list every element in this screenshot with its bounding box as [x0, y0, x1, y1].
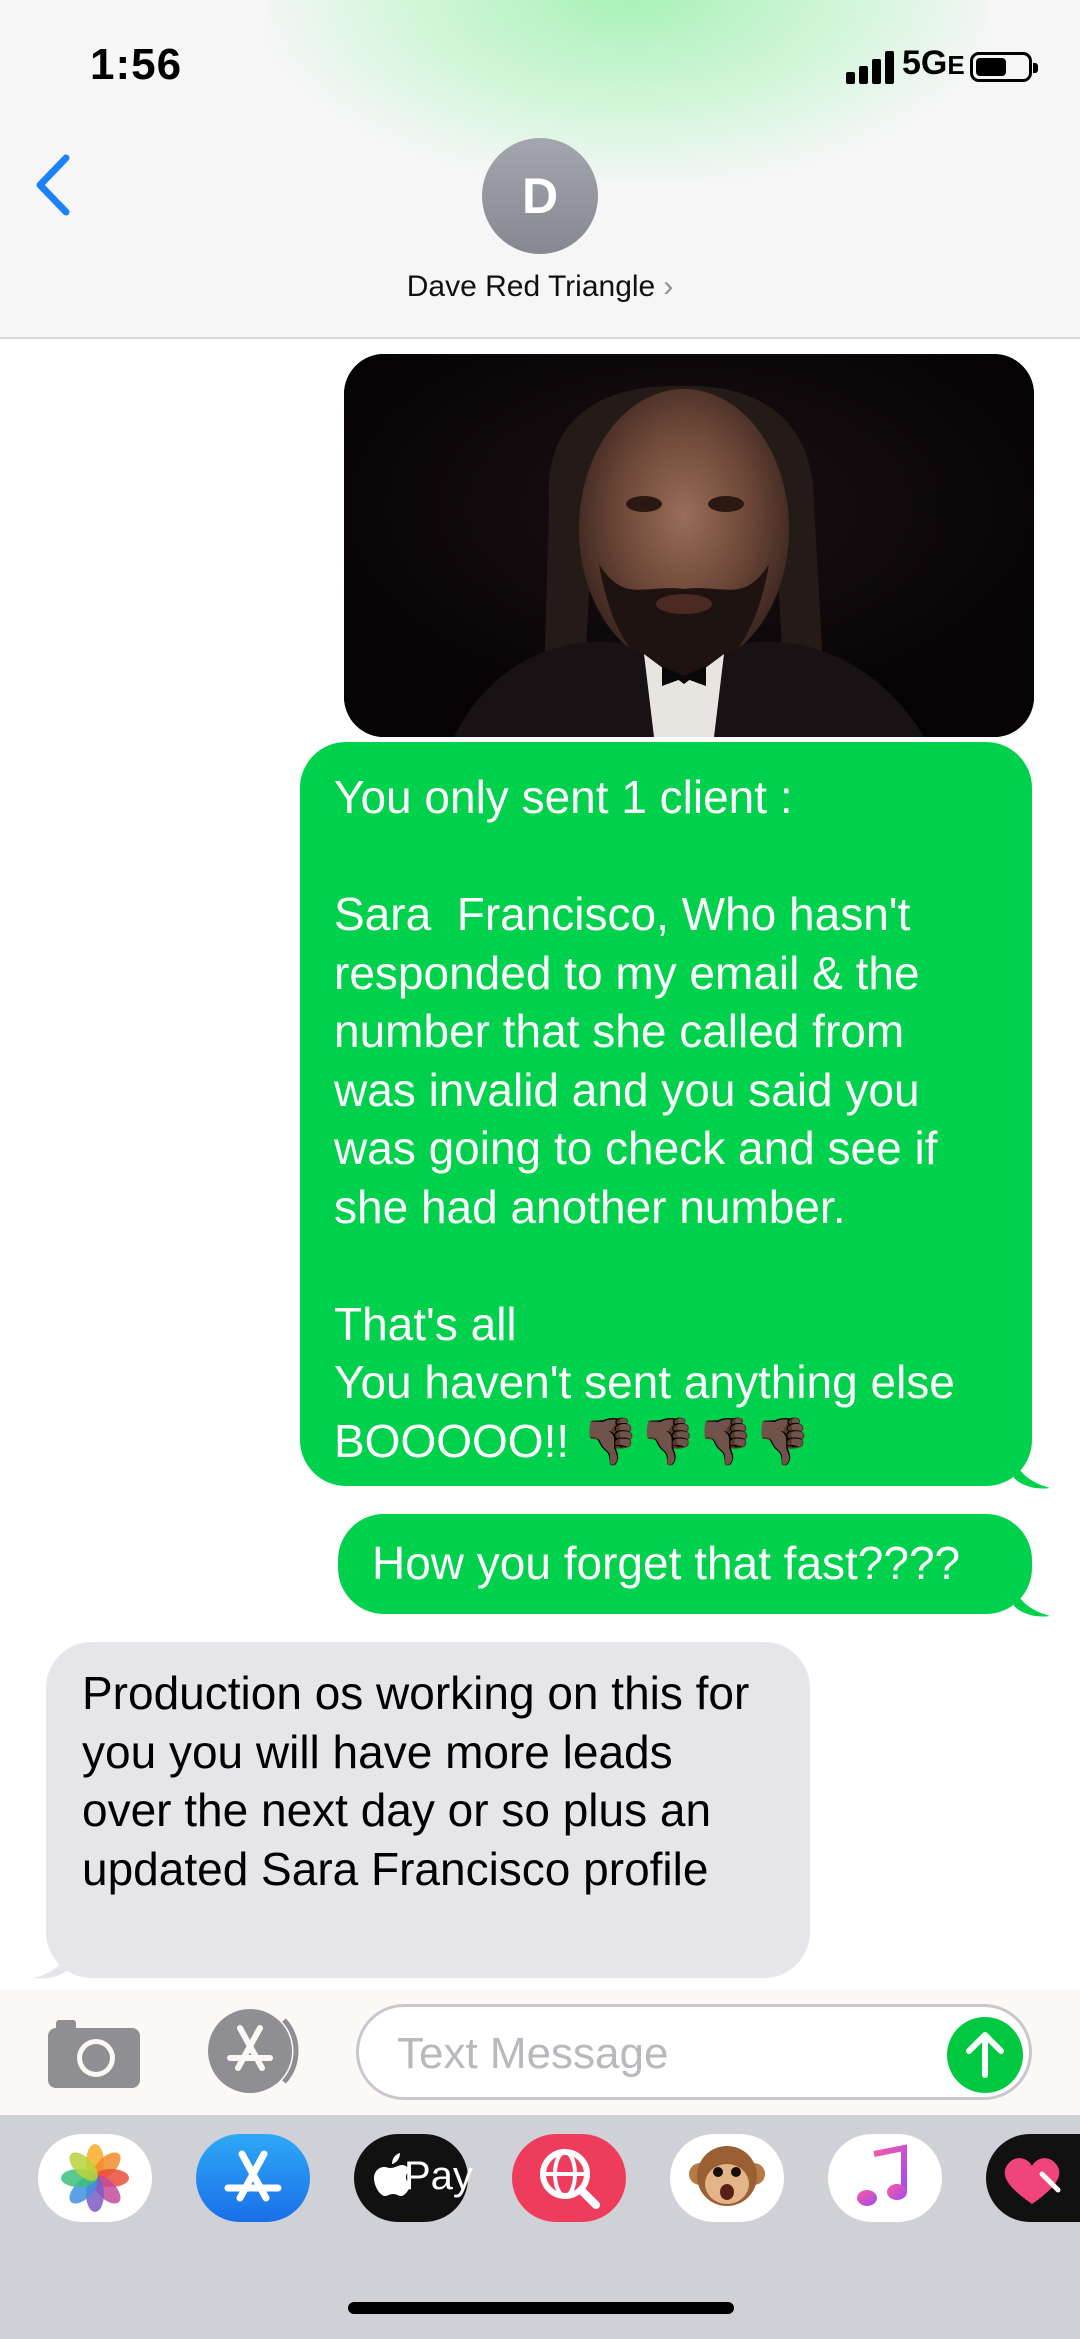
gif-image: [344, 354, 1034, 737]
photos-icon: [61, 2144, 129, 2212]
contact-avatar[interactable]: D: [482, 138, 598, 254]
heart-app-button[interactable]: [986, 2134, 1080, 2222]
network-suffix: E: [947, 50, 965, 80]
animoji-monkey-icon: [689, 2146, 765, 2206]
status-time: 1:56: [90, 40, 183, 89]
gif-message[interactable]: [344, 354, 1034, 737]
message-input[interactable]: [395, 2025, 939, 2083]
battery-icon: [970, 52, 1038, 82]
incoming-message-bubble[interactable]: Production os working on this for you yo…: [46, 1642, 810, 1978]
back-button[interactable]: [30, 150, 80, 220]
contact-name-row[interactable]: Dave Red Triangle ›: [0, 270, 1080, 304]
app-store-icon: [224, 2150, 282, 2202]
status-glow: [270, 0, 990, 180]
photos-app-button[interactable]: [38, 2134, 152, 2222]
network-type: 5GE: [902, 44, 965, 83]
camera-button[interactable]: [46, 2014, 142, 2090]
web-search-app-button[interactable]: [512, 2134, 626, 2222]
message-text: How you forget that fast????: [372, 1537, 961, 1589]
bubble-tail: [34, 1940, 70, 1979]
bubble-tail: [1014, 1450, 1050, 1489]
apps-button[interactable]: [200, 2006, 306, 2096]
app-store-icon: [208, 2009, 299, 2093]
conversation-header: 1:56 5GE D Dave Red Triangle ›: [0, 0, 1080, 339]
chevron-left-icon: [36, 154, 70, 216]
arrow-up-icon: [966, 2032, 1004, 2078]
heart-app-icon: [1004, 2158, 1061, 2204]
home-indicator[interactable]: [348, 2302, 734, 2314]
camera-icon: [48, 2020, 140, 2088]
network-label: 5G: [902, 44, 948, 82]
app-store-app-button[interactable]: [196, 2134, 310, 2222]
apple-pay-label: Pay: [404, 2154, 473, 2198]
music-app-button[interactable]: [828, 2134, 942, 2222]
send-button[interactable]: [947, 2017, 1023, 2093]
bubble-tail: [1014, 1578, 1050, 1617]
message-text: Production os working on this for you yo…: [82, 1667, 763, 1895]
music-icon: [857, 2144, 907, 2206]
web-search-icon: [540, 2149, 600, 2209]
signal-strength-icon: [846, 50, 898, 84]
message-input-field[interactable]: [356, 2004, 1032, 2100]
apple-pay-app-button[interactable]: Pay: [354, 2134, 473, 2222]
outgoing-message-bubble[interactable]: You only sent 1 client : Sara Francisco,…: [300, 742, 1032, 1486]
outgoing-message-bubble[interactable]: How you forget that fast????: [338, 1514, 1032, 1614]
contact-name: Dave Red Triangle: [406, 270, 656, 303]
message-text: You only sent 1 client : Sara Francisco,…: [334, 771, 955, 1467]
animoji-app-button[interactable]: [670, 2134, 784, 2222]
chevron-right-icon: ›: [663, 270, 674, 303]
